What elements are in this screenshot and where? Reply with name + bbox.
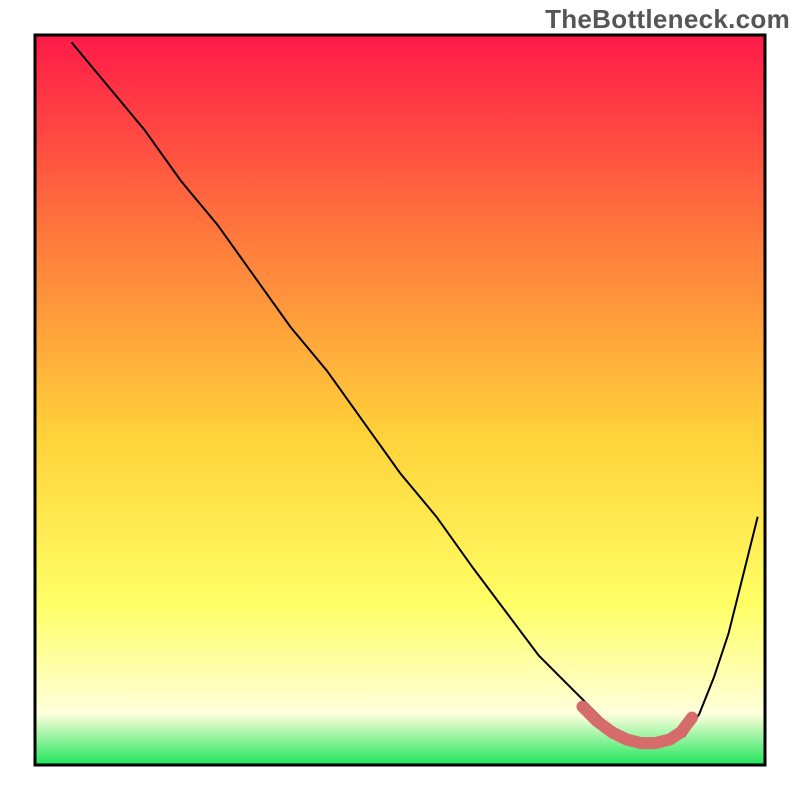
bottleneck-chart [0,0,800,800]
watermark-text: TheBottleneck.com [545,4,790,35]
plot-background [35,35,765,765]
chart-frame: TheBottleneck.com [0,0,800,800]
